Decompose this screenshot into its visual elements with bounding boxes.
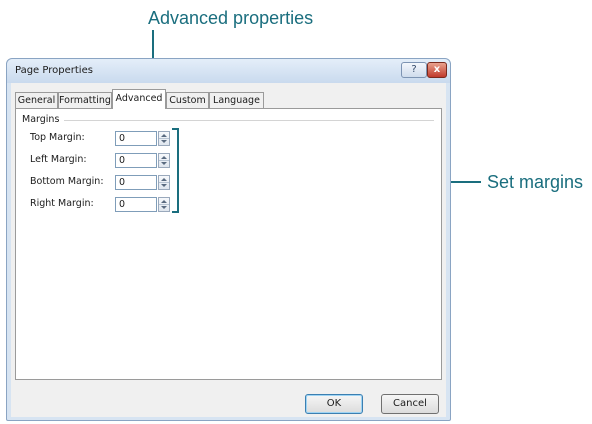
right-margin-input[interactable]: 0 [115, 197, 157, 212]
margins-group-divider [64, 120, 434, 121]
bottom-margin-spinner[interactable] [158, 175, 170, 190]
left-margin-label: Left Margin: [30, 154, 87, 165]
left-margin-input[interactable]: 0 [115, 153, 157, 168]
advanced-tab-panel: Margins Top Margin: 0 Left Margin: 0 Bot… [15, 108, 442, 380]
spin-up-icon [161, 134, 167, 137]
spin-down-icon [161, 162, 167, 165]
tab-general[interactable]: General [15, 92, 58, 108]
tab-advanced[interactable]: Advanced [112, 89, 166, 109]
close-button[interactable]: x [427, 62, 447, 78]
spin-down-icon [161, 140, 167, 143]
margins-bracket [172, 128, 179, 213]
bottom-margin-input[interactable]: 0 [115, 175, 157, 190]
spin-up-icon [161, 178, 167, 181]
right-margin-spinner[interactable] [158, 197, 170, 212]
advanced-properties-callout: Advanced properties [148, 8, 314, 28]
bottom-margin-label: Bottom Margin: [30, 176, 104, 187]
spin-up-icon [161, 156, 167, 159]
left-margin-spinner[interactable] [158, 153, 170, 168]
tab-custom[interactable]: Custom [166, 92, 209, 108]
title-bar: Page Properties ? x [7, 59, 450, 83]
window-title: Page Properties [15, 65, 93, 76]
set-margins-callout: Set margins [487, 172, 584, 192]
top-margin-label: Top Margin: [30, 132, 85, 143]
spin-down-icon [161, 206, 167, 209]
page-properties-dialog: Page Properties ? x General Formatting A… [6, 58, 451, 421]
top-margin-input[interactable]: 0 [115, 131, 157, 146]
top-margin-spinner[interactable] [158, 131, 170, 146]
ok-button[interactable]: OK [305, 394, 363, 414]
cancel-button[interactable]: Cancel [381, 394, 439, 414]
spin-down-icon [161, 184, 167, 187]
dialog-client-area: General Formatting Advanced Custom Langu… [11, 83, 446, 417]
tab-formatting[interactable]: Formatting [58, 92, 112, 108]
help-button[interactable]: ? [401, 62, 427, 78]
spin-up-icon [161, 200, 167, 203]
right-margin-label: Right Margin: [30, 198, 94, 209]
margins-group-label: Margins [22, 114, 63, 125]
tab-language[interactable]: Language [209, 92, 264, 108]
